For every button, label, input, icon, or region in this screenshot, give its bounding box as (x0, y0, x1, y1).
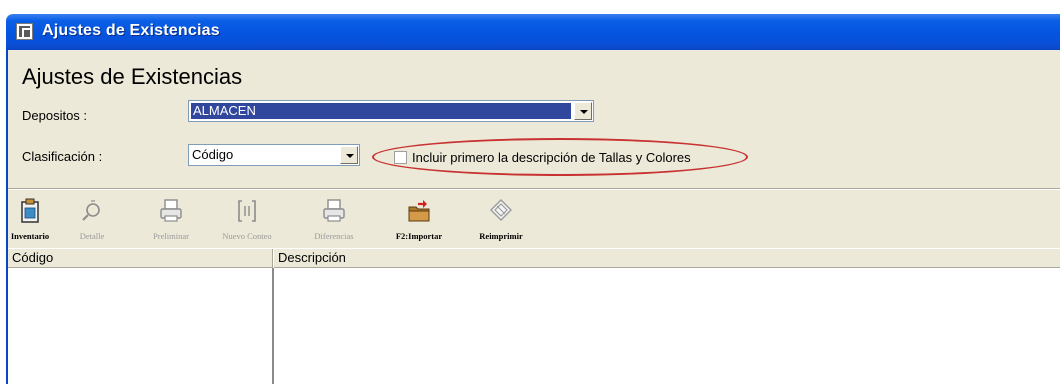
toolbar: Inventario Detalle Preliminar Nuevo Cont… (8, 193, 1060, 245)
chevron-down-icon[interactable] (340, 146, 358, 164)
toolbar-label: Detalle (79, 231, 105, 241)
clasificacion-select[interactable]: Código (188, 144, 360, 166)
incluir-checkbox[interactable] (394, 151, 407, 164)
window-client-area: Ajustes de Existencias Depositos : ALMAC… (6, 50, 1060, 384)
depositos-select[interactable]: ALMACEN (188, 100, 594, 122)
app-icon (16, 23, 33, 40)
printer-icon (323, 199, 345, 222)
toolbar-diferencias-button[interactable]: Diferencias (308, 195, 360, 243)
window-titlebar[interactable]: Ajustes de Existencias (6, 14, 1060, 50)
folder-import-icon (408, 200, 430, 222)
clasificacion-value: Código (192, 147, 234, 162)
toolbar-label: Nuevo Conteo (222, 231, 272, 241)
toolbar-label: F2:Importar (395, 231, 443, 241)
page-title: Ajustes de Existencias (22, 64, 243, 89)
depositos-label: Depositos : (22, 108, 88, 123)
toolbar-inventario-button[interactable]: Inventario (8, 195, 52, 243)
depositos-value: ALMACEN (193, 103, 256, 118)
bracket-icon (238, 200, 256, 222)
column-divider (272, 268, 274, 384)
toolbar-preliminar-button[interactable]: Preliminar (146, 195, 196, 243)
toolbar-reimprimir-button[interactable]: Reimprimir (476, 195, 526, 243)
column-header-descripcion[interactable]: Descripción (274, 249, 1060, 268)
toolbar-detalle-button[interactable]: Detalle (72, 195, 112, 243)
toolbar-label: Preliminar (153, 231, 189, 241)
clipboard-icon (21, 198, 39, 223)
printer-icon (160, 199, 182, 222)
column-header-codigo[interactable]: Código (8, 249, 272, 268)
toolbar-label: Reimprimir (479, 231, 523, 241)
toolbar-label: Inventario (10, 231, 50, 241)
toolbar-label: Diferencias (314, 231, 354, 241)
incluir-label: Incluir primero la descripción de Tallas… (412, 150, 691, 165)
list-header: Código Descripción (8, 248, 1060, 268)
toolbar-importar-button[interactable]: F2:Importar (392, 195, 446, 243)
window-title: Ajustes de Existencias (42, 22, 220, 39)
toolbar-nuevo-conteo-button[interactable]: Nuevo Conteo (214, 195, 280, 243)
clasificacion-label: Clasificación : (22, 149, 103, 164)
reprint-icon (490, 199, 512, 221)
items-list[interactable] (8, 268, 1060, 384)
section-divider (8, 188, 1060, 190)
magnifier-icon (82, 200, 100, 221)
top-strip (0, 0, 1060, 10)
chevron-down-icon[interactable] (574, 102, 592, 120)
